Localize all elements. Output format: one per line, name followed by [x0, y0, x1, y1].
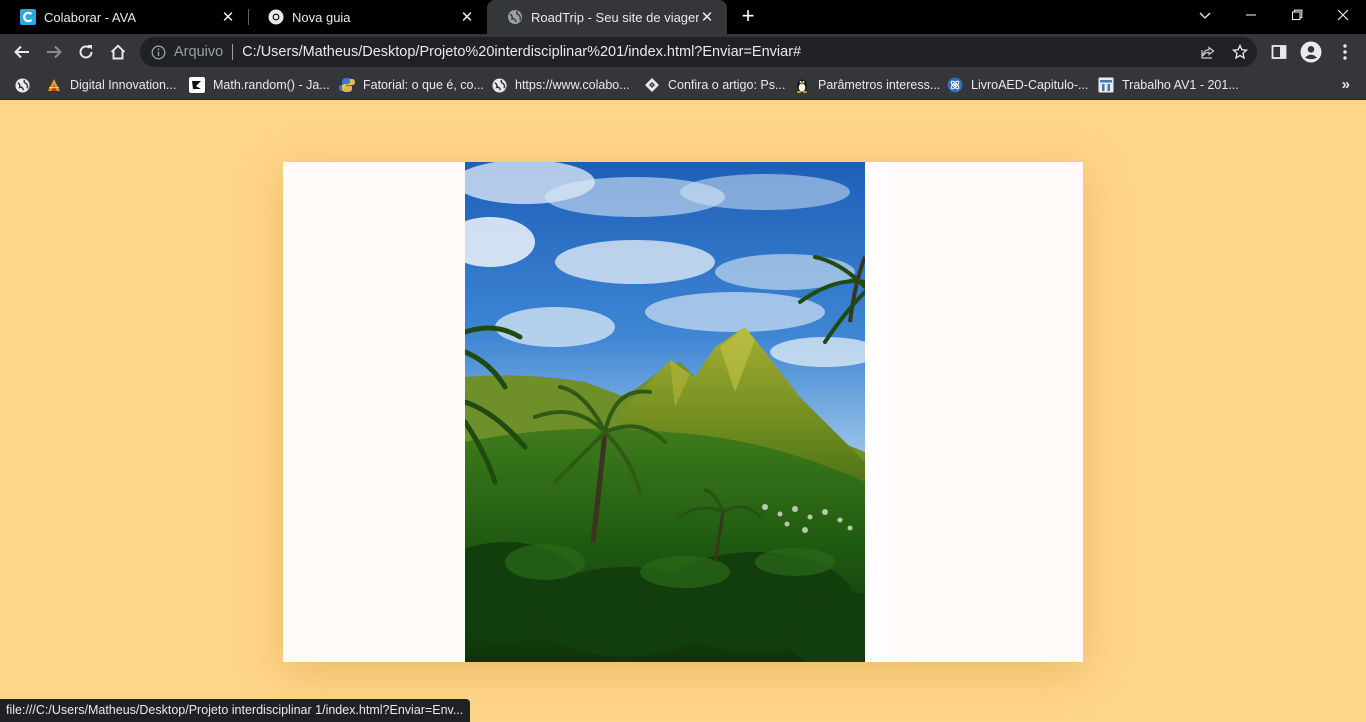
restore-icon[interactable]	[1274, 0, 1320, 30]
bookmark-label: Math.random() - Ja...	[213, 78, 330, 92]
tab-strip: Colaborar - AVA ✕ Nova guia ✕ RoadTrip -…	[0, 0, 1366, 34]
tab-nova-guia[interactable]: Nova guia ✕	[248, 0, 487, 34]
globe-icon	[507, 9, 523, 25]
hero-image	[465, 162, 865, 662]
menu-icon[interactable]	[1331, 38, 1359, 66]
minimize-icon[interactable]	[1228, 0, 1274, 30]
bookmark-item[interactable]: LivroAED-Capitulo-...	[947, 75, 1088, 95]
bookmark-item[interactable]: Fatorial: o que é, co...	[339, 75, 484, 95]
info-icon[interactable]	[150, 44, 166, 60]
divider	[232, 44, 234, 60]
linux-tux-icon	[794, 77, 810, 93]
card-fade	[865, 162, 905, 662]
tab-title: Colaborar - AVA	[44, 9, 137, 25]
colaborar-c-icon	[20, 9, 36, 25]
bookmark-item[interactable]: Math.random() - Ja...	[189, 75, 330, 95]
close-window-icon[interactable]	[1320, 0, 1366, 30]
new-tab-button[interactable]: +	[737, 5, 759, 28]
globe-icon	[14, 77, 30, 93]
bookmark-item[interactable]: Digital Innovation...	[46, 75, 176, 95]
profile-avatar[interactable]	[1297, 38, 1325, 66]
diamond-icon	[644, 77, 660, 93]
atom-icon	[947, 77, 963, 93]
tab-colaborar[interactable]: Colaborar - AVA ✕	[0, 0, 248, 34]
tab-title: Nova guia	[292, 9, 351, 25]
bookmark-item[interactable]: https://www.colabo...	[491, 75, 630, 95]
dev-icon	[189, 77, 205, 93]
tab-roadtrip[interactable]: RoadTrip - Seu site de viagens ✕	[487, 0, 727, 34]
bookmark-label: Parâmetros interess...	[818, 78, 941, 92]
content-card	[283, 162, 1083, 662]
python-icon	[339, 77, 355, 93]
bookmark-item[interactable]: Trabalho AV1 - 201...	[1098, 75, 1239, 95]
bookmark-item[interactable]: Parâmetros interess...	[794, 75, 940, 95]
scheme-label: Arquivo	[174, 44, 224, 60]
bookmark-item[interactable]	[14, 75, 38, 95]
bookmark-label: Digital Innovation...	[70, 78, 177, 92]
bookmark-item[interactable]: Confira o artigo: Ps...	[644, 75, 785, 95]
bookmark-label: LivroAED-Capitulo-...	[971, 78, 1089, 92]
close-tab-icon[interactable]: ✕	[220, 9, 236, 26]
home-button[interactable]	[104, 38, 132, 66]
tab-search-icon[interactable]	[1182, 0, 1228, 30]
back-button[interactable]	[8, 38, 36, 66]
doc-icon	[1098, 77, 1114, 93]
tab-title: RoadTrip - Seu site de viagens	[531, 9, 699, 25]
bookmarks-bar: Digital Innovation... Math.random() - Ja…	[0, 70, 1366, 100]
reload-button[interactable]	[72, 38, 100, 66]
bookmark-label: https://www.colabo...	[515, 78, 630, 92]
bookmark-label: Trabalho AV1 - 201...	[1122, 78, 1239, 92]
bookmark-label: Confira o artigo: Ps...	[668, 78, 786, 92]
status-bar: file:///C:/Users/Matheus/Desktop/Projeto…	[0, 699, 471, 722]
chrome-icon	[268, 9, 284, 25]
bookmark-label: Fatorial: o que é, co...	[363, 78, 484, 92]
url-text[interactable]: C:/Users/Matheus/Desktop/Projeto%20inter…	[242, 44, 801, 60]
toolbar: Arquivo C:/Users/Matheus/Desktop/Projeto…	[0, 34, 1366, 70]
close-tab-icon[interactable]: ✕	[699, 9, 715, 26]
bookmarks-overflow-button[interactable]: »	[1342, 76, 1350, 93]
share-icon[interactable]	[1198, 42, 1218, 62]
close-tab-icon[interactable]: ✕	[459, 9, 475, 26]
side-panel-icon[interactable]	[1265, 38, 1293, 66]
forward-button[interactable]	[40, 38, 68, 66]
dio-icon	[46, 77, 62, 93]
globe-icon	[491, 77, 507, 93]
bookmark-star-icon[interactable]	[1230, 42, 1250, 62]
address-bar[interactable]: Arquivo C:/Users/Matheus/Desktop/Projeto…	[140, 37, 1257, 67]
